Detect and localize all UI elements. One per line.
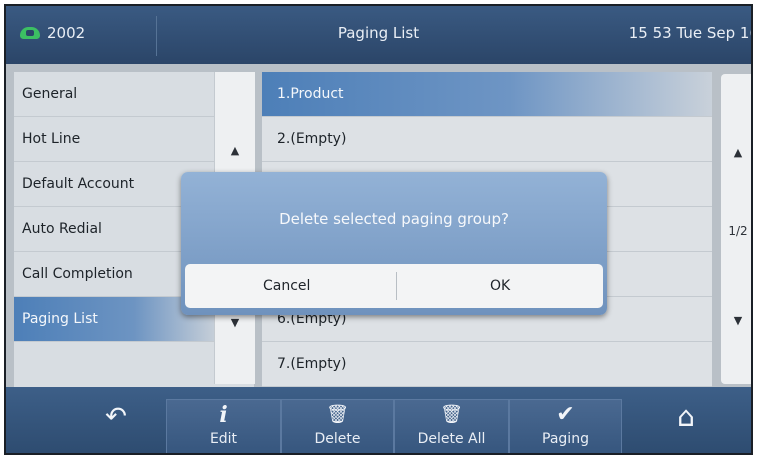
dialog-box: Delete selected paging group? Cancel OK bbox=[181, 172, 607, 315]
paging-list-item[interactable]: 2.(Empty) bbox=[262, 117, 712, 162]
confirm-dialog: Delete selected paging group? Cancel OK bbox=[181, 172, 607, 315]
ok-button[interactable]: OK bbox=[490, 264, 510, 308]
edit-softkey[interactable]: i Edit bbox=[166, 399, 281, 453]
home-icon: ⌂ bbox=[677, 400, 695, 433]
menu-item-general[interactable]: General bbox=[14, 72, 214, 117]
check-circle-icon: ✔ bbox=[556, 402, 575, 427]
scroll-down-arrow-icon[interactable]: ▼ bbox=[721, 314, 751, 327]
scroll-down-arrow-icon[interactable]: ▼ bbox=[215, 316, 255, 329]
phone-screen: 2002 Paging List 15 53 Tue Sep 16 Genera… bbox=[4, 4, 753, 455]
delete-label: Delete bbox=[314, 431, 361, 447]
button-divider bbox=[396, 272, 397, 300]
paging-list-scrollbar[interactable]: ▲ 1/2 ▼ bbox=[721, 74, 751, 384]
info-icon: i bbox=[219, 402, 228, 428]
dialog-message: Delete selected paging group? bbox=[279, 210, 509, 228]
trash-icon: 🗑 bbox=[326, 404, 349, 425]
paging-label: Paging bbox=[542, 431, 589, 447]
menu-item-hot-line[interactable]: Hot Line bbox=[14, 117, 214, 162]
status-bar: 2002 Paging List 15 53 Tue Sep 16 bbox=[6, 6, 751, 64]
delete-all-label: Delete All bbox=[417, 431, 486, 447]
back-softkey[interactable]: ↶ bbox=[66, 399, 166, 453]
page-indicator: 1/2 bbox=[728, 224, 748, 238]
trash-icon: 🗑 bbox=[440, 404, 463, 425]
scroll-up-arrow-icon[interactable]: ▲ bbox=[721, 146, 751, 159]
edit-label: Edit bbox=[209, 431, 238, 447]
softkey-bar: ↶ i Edit 🗑 Delete 🗑 Delete All ✔ Paging … bbox=[6, 387, 751, 453]
date-time: 15 53 Tue Sep 16 bbox=[628, 24, 753, 42]
dialog-button-bar: Cancel OK bbox=[185, 264, 603, 308]
cancel-button[interactable]: Cancel bbox=[263, 264, 310, 308]
back-icon: ↶ bbox=[105, 402, 127, 432]
paging-list-item[interactable]: 1.Product bbox=[262, 72, 712, 117]
home-softkey[interactable]: ⌂ bbox=[636, 399, 736, 453]
paging-list-item[interactable]: 7.(Empty) bbox=[262, 342, 712, 387]
paging-softkey[interactable]: ✔ Paging bbox=[509, 399, 622, 453]
delete-all-softkey[interactable]: 🗑 Delete All bbox=[394, 399, 509, 453]
scroll-up-arrow-icon[interactable]: ▲ bbox=[215, 144, 255, 157]
delete-softkey[interactable]: 🗑 Delete bbox=[281, 399, 394, 453]
